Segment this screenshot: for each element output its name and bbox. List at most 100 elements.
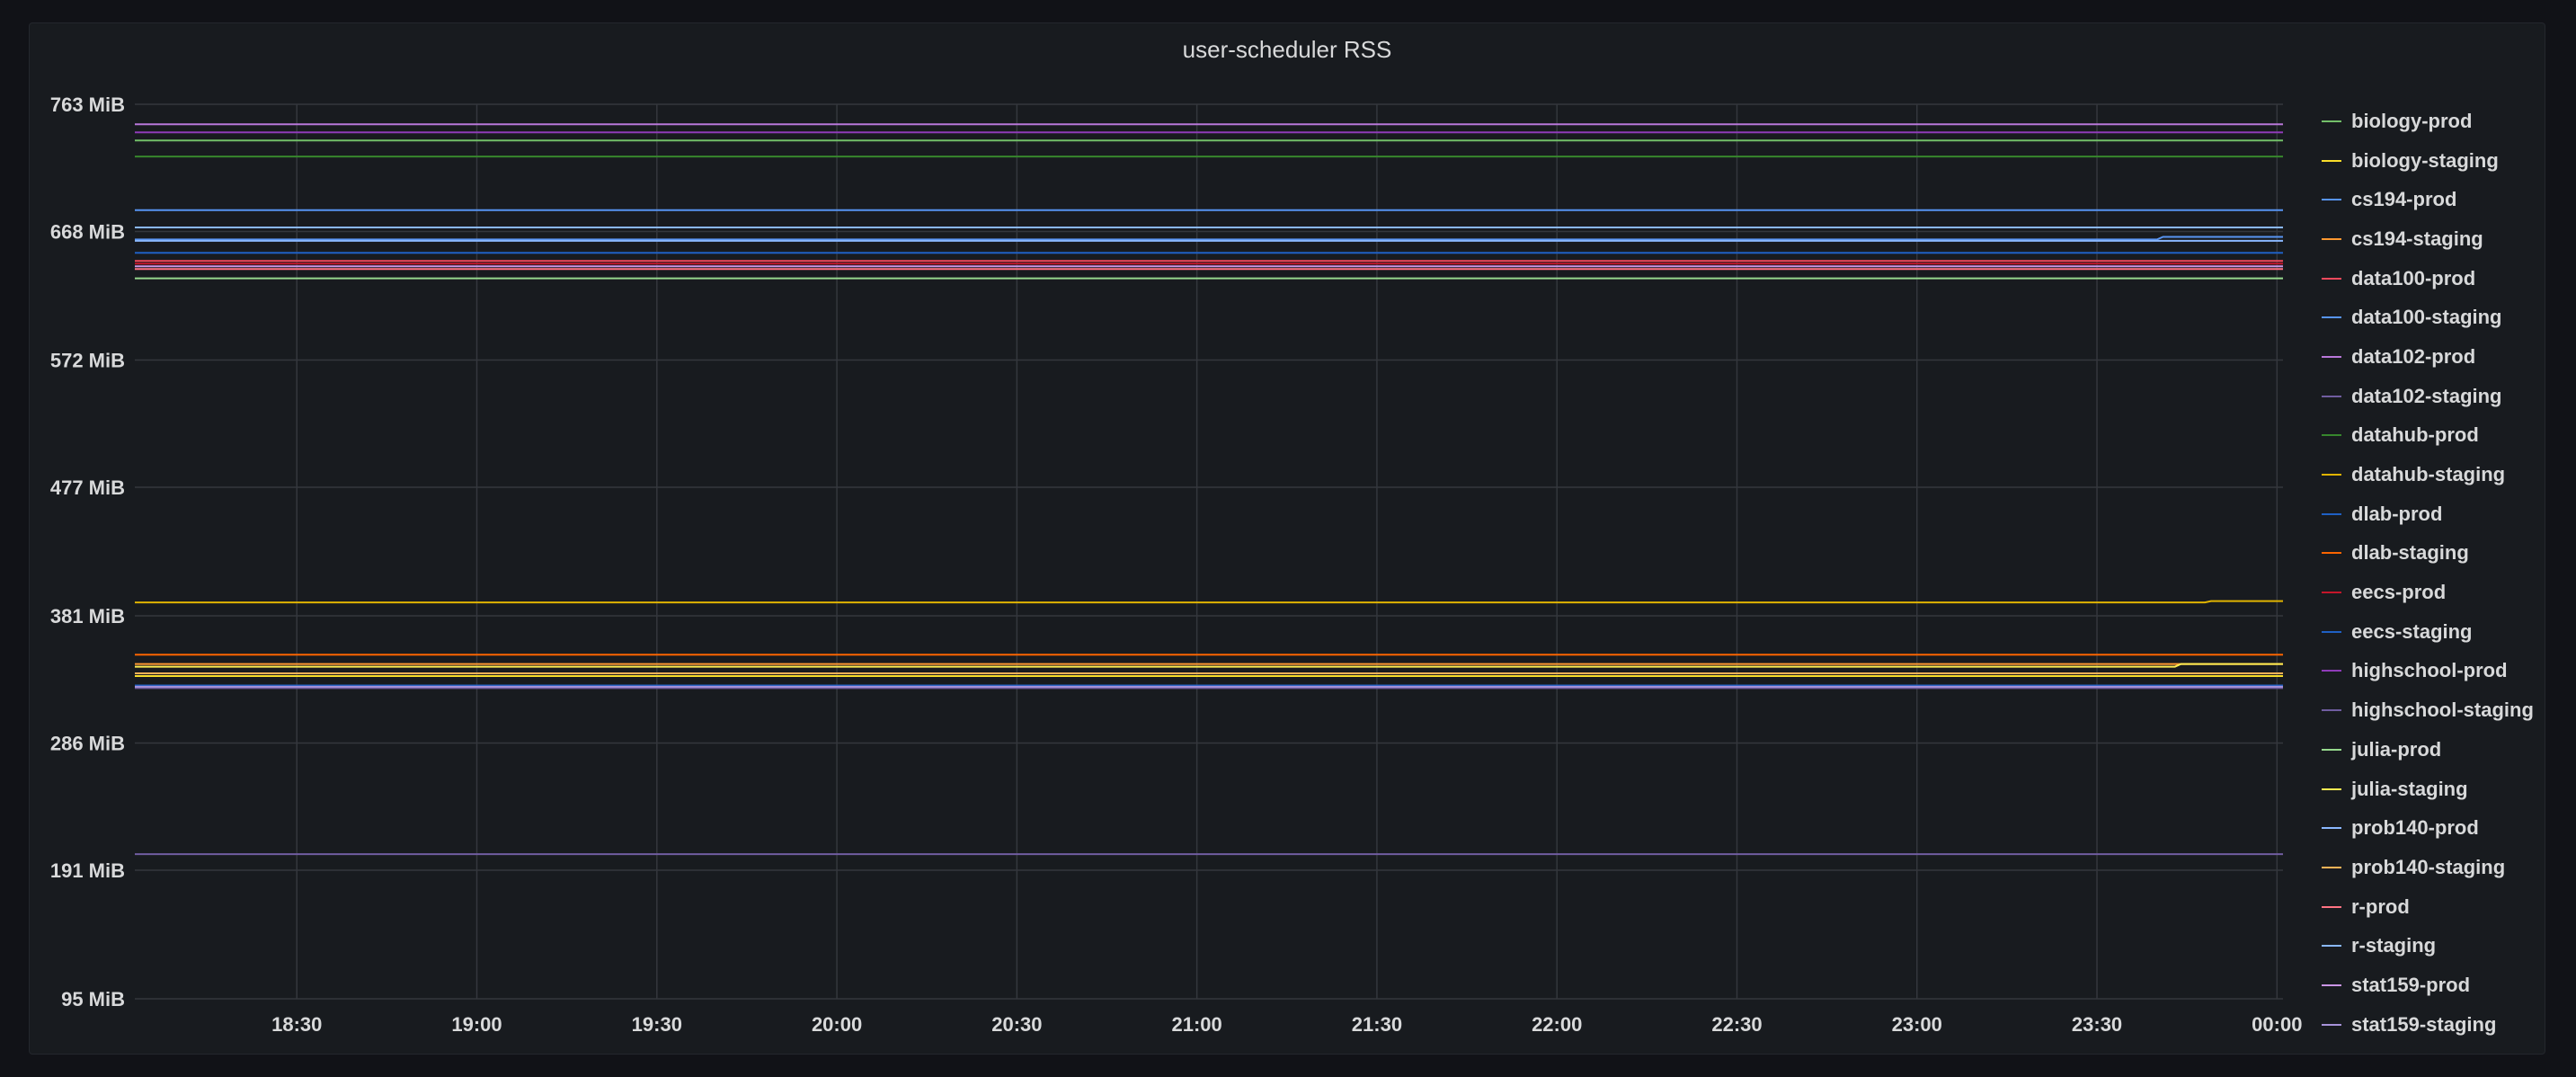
legend-swatch: [2322, 120, 2341, 122]
y-tick-label: 95 MiB: [61, 988, 125, 1010]
legend: biology-prod biology-staging cs194-prod cs1…: [2322, 102, 2573, 1045]
legend-item-eecs-prod[interactable]: eecs-prod: [2322, 573, 2573, 612]
legend-swatch: [2322, 905, 2341, 908]
legend-item-cs194-prod[interactable]: cs194-prod: [2322, 180, 2573, 219]
x-axis: 18:30 19:00 19:30 20:00 20:30 21:00 21:30 22:00…: [271, 1013, 2302, 1036]
legend-swatch: [2322, 709, 2341, 712]
legend-swatch: [2322, 788, 2341, 790]
legend-swatch: [2322, 827, 2341, 830]
legend-label: highschool-staging: [2351, 699, 2534, 722]
legend-swatch: [2322, 474, 2341, 476]
legend-item-dlab-prod[interactable]: dlab-prod: [2322, 494, 2573, 534]
x-tick-label: 20:00: [812, 1013, 862, 1036]
legend-label: datahub-prod: [2351, 423, 2479, 447]
legend-label: datahub-staging: [2351, 463, 2506, 486]
legend-label: biology-prod: [2351, 109, 2473, 132]
y-tick-label: 286 MiB: [50, 733, 125, 755]
legend-swatch: [2322, 159, 2341, 162]
y-tick-label: 191 MiB: [50, 859, 125, 882]
legend-label: data100-staging: [2351, 306, 2502, 329]
legend-swatch: [2322, 277, 2341, 280]
legend-swatch: [2322, 355, 2341, 358]
x-tick-label: 00:00: [2252, 1013, 2302, 1036]
series-lines: [135, 123, 2283, 856]
legend-swatch: [2322, 748, 2341, 751]
legend-label: data102-staging: [2351, 384, 2502, 407]
x-tick-label: 18:30: [271, 1013, 322, 1036]
legend-label: prob140-prod: [2351, 816, 2479, 840]
legend-item-data100-prod[interactable]: data100-prod: [2322, 259, 2573, 298]
legend-label: stat159-prod: [2351, 973, 2471, 996]
legend-swatch: [2322, 237, 2341, 240]
legend-item-data102-prod[interactable]: data102-prod: [2322, 337, 2573, 377]
x-tick-label: 19:30: [632, 1013, 682, 1036]
legend-label: cs194-staging: [2351, 227, 2483, 250]
y-tick-label: 477 MiB: [50, 476, 125, 499]
legend-swatch: [2322, 395, 2341, 397]
legend-label: dlab-prod: [2351, 502, 2443, 525]
x-tick-label: 23:30: [2072, 1013, 2122, 1036]
legend-item-data102-staging[interactable]: data102-staging: [2322, 377, 2573, 416]
y-tick-label: 381 MiB: [50, 605, 125, 628]
legend-item-stat159-staging[interactable]: stat159-staging: [2322, 1005, 2573, 1045]
legend-item-r-staging[interactable]: r-staging: [2322, 926, 2573, 966]
legend-swatch: [2322, 512, 2341, 515]
grid: [135, 103, 2283, 1000]
series-line-cs194-prod[interactable]: [135, 236, 2283, 241]
legend-swatch: [2322, 1023, 2341, 1026]
x-tick-label: 19:00: [451, 1013, 502, 1036]
legend-item-highschool-staging[interactable]: highschool-staging: [2322, 690, 2573, 730]
legend-label: highschool-prod: [2351, 659, 2508, 682]
x-tick-label: 21:00: [1172, 1013, 1222, 1036]
legend-item-biology-staging[interactable]: biology-staging: [2322, 141, 2573, 181]
legend-swatch: [2322, 199, 2341, 201]
legend-label: r-staging: [2351, 934, 2437, 957]
legend-label: r-prod: [2351, 895, 2410, 918]
legend-item-julia-staging[interactable]: julia-staging: [2322, 770, 2573, 809]
legend-swatch: [2322, 592, 2341, 594]
legend-label: eecs-prod: [2351, 581, 2447, 604]
legend-item-biology-prod[interactable]: biology-prod: [2322, 102, 2573, 141]
legend-label: data100-prod: [2351, 266, 2476, 289]
legend-swatch: [2322, 316, 2341, 319]
legend-label: julia-prod: [2351, 737, 2442, 761]
legend-label: cs194-prod: [2351, 188, 2457, 211]
legend-item-highschool-prod[interactable]: highschool-prod: [2322, 652, 2573, 691]
legend-item-dlab-staging[interactable]: dlab-staging: [2322, 534, 2573, 574]
x-tick-label: 21:30: [1352, 1013, 1402, 1036]
legend-swatch: [2322, 984, 2341, 986]
legend-label: julia-staging: [2351, 777, 2468, 800]
y-tick-label: 572 MiB: [50, 349, 125, 371]
legend-label: eecs-staging: [2351, 619, 2473, 643]
legend-label: dlab-staging: [2351, 541, 2469, 565]
legend-swatch: [2322, 434, 2341, 437]
y-tick-label: 668 MiB: [50, 221, 125, 244]
legend-item-prob140-staging[interactable]: prob140-staging: [2322, 848, 2573, 887]
legend-label: stat159-staging: [2351, 1012, 2497, 1036]
legend-item-cs194-staging[interactable]: cs194-staging: [2322, 219, 2573, 259]
y-tick-label: 763 MiB: [50, 93, 125, 116]
legend-label: data102-prod: [2351, 344, 2476, 368]
legend-item-datahub-prod[interactable]: datahub-prod: [2322, 416, 2573, 456]
legend-item-julia-prod[interactable]: julia-prod: [2322, 730, 2573, 770]
x-tick-label: 22:00: [1532, 1013, 1582, 1036]
legend-swatch: [2322, 945, 2341, 948]
legend-item-prob140-prod[interactable]: prob140-prod: [2322, 808, 2573, 848]
legend-label: prob140-staging: [2351, 855, 2506, 878]
legend-item-eecs-staging[interactable]: eecs-staging: [2322, 612, 2573, 652]
series-line-datahub-staging[interactable]: [135, 600, 2283, 604]
x-tick-label: 20:30: [991, 1013, 1042, 1036]
legend-swatch: [2322, 630, 2341, 633]
legend-swatch: [2322, 866, 2341, 868]
line-chart: 95 MiB 191 MiB 286 MiB 381 MiB 477 MiB 572 Mi…: [50, 93, 2303, 1036]
legend-item-r-prod[interactable]: r-prod: [2322, 887, 2573, 927]
x-tick-label: 22:30: [1711, 1013, 1762, 1036]
x-tick-label: 23:00: [1892, 1013, 1942, 1036]
legend-item-data100-staging[interactable]: data100-staging: [2322, 298, 2573, 337]
legend-swatch: [2322, 670, 2341, 672]
legend-item-stat159-prod[interactable]: stat159-prod: [2322, 966, 2573, 1005]
legend-label: biology-staging: [2351, 148, 2499, 172]
legend-swatch: [2322, 552, 2341, 555]
legend-item-datahub-staging[interactable]: datahub-staging: [2322, 455, 2573, 494]
y-axis: 95 MiB 191 MiB 286 MiB 381 MiB 477 MiB 572 Mi…: [50, 93, 125, 1010]
